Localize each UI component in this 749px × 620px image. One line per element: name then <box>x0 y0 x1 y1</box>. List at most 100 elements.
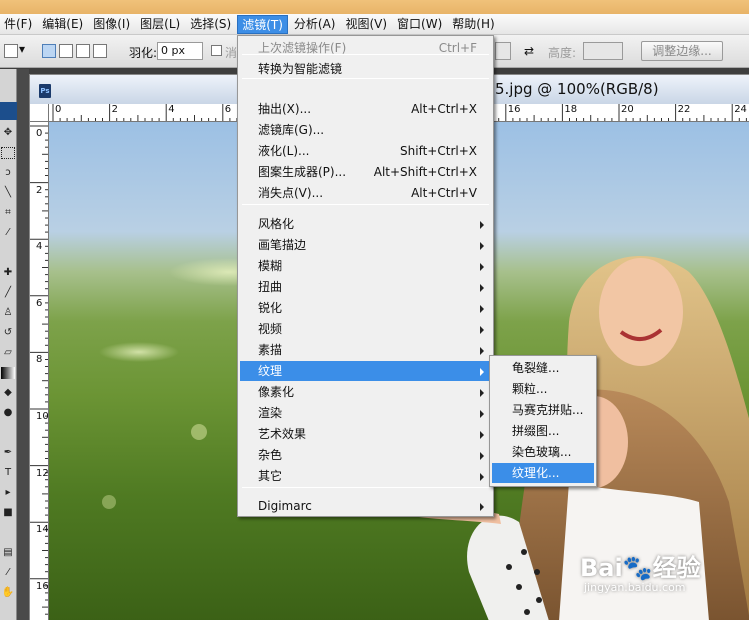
notes-tool-icon[interactable]: ▤ <box>1 547 15 559</box>
texture-submenu-item[interactable]: 颗粒... <box>492 379 594 399</box>
type-tool-icon[interactable]: T <box>1 467 15 479</box>
menubar-item[interactable]: 窗口(W) <box>393 15 446 34</box>
antialias-checkbox[interactable] <box>211 45 222 56</box>
filter-menu-item[interactable]: 图案生成器(P)... Alt+Shift+Ctrl+X <box>240 162 491 182</box>
height-input[interactable] <box>583 42 623 60</box>
crop-tool-icon[interactable]: ⌗ <box>1 207 15 219</box>
submenu-arrow-icon <box>480 305 484 313</box>
texture-submenu-item-label: 染色玻璃... <box>512 445 572 459</box>
filter-menu-item-label: 渲染 <box>258 406 283 420</box>
eraser-tool-icon[interactable]: ▱ <box>1 347 15 359</box>
filter-menu-item-label: 画笔描边 <box>258 238 307 252</box>
filter-menu-item[interactable]: 素描 <box>240 340 491 360</box>
menubar-item[interactable]: 分析(A) <box>290 15 340 34</box>
paw-icon: 🐾 <box>622 554 653 582</box>
feather-label: 羽化: <box>129 46 158 60</box>
brush-tool-icon[interactable]: ╱ <box>1 287 15 299</box>
filter-menu-item[interactable]: 视频 <box>240 319 491 339</box>
subtract-selection-icon[interactable] <box>76 44 90 58</box>
texture-submenu-item-label: 颗粒... <box>512 382 548 396</box>
ruler-origin[interactable] <box>30 104 49 122</box>
filter-menu-shortcut: Alt+Ctrl+V <box>411 186 477 200</box>
submenu-arrow-icon <box>480 284 484 292</box>
intersect-selection-icon[interactable] <box>93 44 107 58</box>
new-selection-icon[interactable] <box>42 44 56 58</box>
texture-submenu-item[interactable]: 马赛克拼贴... <box>492 400 594 420</box>
menubar-item[interactable]: 图像(I) <box>89 15 134 34</box>
texture-submenu-item[interactable]: 拼缀图... <box>492 421 594 441</box>
ruler-number: 0 <box>36 128 43 139</box>
menubar-item[interactable]: 视图(V) <box>341 15 391 34</box>
photoshop-file-icon: Ps <box>39 84 51 98</box>
filter-menu-item[interactable]: 液化(L)... Shift+Ctrl+X <box>240 141 491 161</box>
width-input[interactable] <box>495 42 511 60</box>
menubar-item[interactable]: 选择(S) <box>186 15 235 34</box>
ruler-number: 20 <box>621 104 634 115</box>
filter-menu-item[interactable]: 其它 <box>240 466 491 486</box>
menubar-item[interactable]: 图层(L) <box>136 15 184 34</box>
filter-menu-item[interactable]: 消失点(V)... Alt+Ctrl+V <box>240 183 491 203</box>
filter-menu-shortcut: Shift+Ctrl+X <box>400 144 477 158</box>
filter-menu-item[interactable]: Digimarc <box>240 496 491 516</box>
texture-submenu-item[interactable]: 染色玻璃... <box>492 442 594 462</box>
healing-brush-tool-icon[interactable]: ✚ <box>1 267 15 279</box>
menubar-item[interactable]: 滤镜(T) <box>237 14 288 34</box>
shape-tool-icon[interactable]: ■ <box>1 507 15 519</box>
marquee-tool-preset-icon[interactable] <box>4 44 18 58</box>
move-tool-icon[interactable]: ✥ <box>1 127 15 139</box>
filter-menu-item[interactable]: 扭曲 <box>240 277 491 297</box>
feather-input[interactable]: 0 px <box>157 42 203 60</box>
gradient-tool-icon[interactable] <box>1 367 15 379</box>
vertical-ruler[interactable]: 024681012141618 <box>30 122 49 620</box>
filter-menu-item[interactable]: 抽出(X)... Alt+Ctrl+X <box>240 99 491 119</box>
menubar-item[interactable]: 帮助(H) <box>448 15 498 34</box>
filter-menu-item[interactable]: 艺术效果 <box>240 424 491 444</box>
filter-menu-item-label: 模糊 <box>258 259 283 273</box>
ruler-number: 16 <box>36 580 49 592</box>
panel-gutter <box>17 69 29 620</box>
menubar-item[interactable]: 件(F) <box>0 15 36 34</box>
filter-menu-item[interactable]: 风格化 <box>240 214 491 234</box>
filter-menu: 上次滤镜操作(F) Ctrl+F 转换为智能滤镜抽出(X)... Alt+Ctrl+X… <box>237 35 494 517</box>
ruler-number: 22 <box>677 104 691 115</box>
dodge-tool-icon[interactable]: ● <box>1 407 15 419</box>
filter-menu-item-label: 转换为智能滤镜 <box>258 62 343 76</box>
submenu-arrow-icon <box>480 368 484 376</box>
menubar-item[interactable]: 编辑(E) <box>38 15 87 34</box>
filter-menu-item-label: 风格化 <box>258 217 295 231</box>
slice-tool-icon[interactable]: ⁄ <box>1 227 15 239</box>
lasso-tool-icon[interactable]: ↄ <box>1 167 15 179</box>
ruler-number: 4 <box>36 241 43 253</box>
filter-menu-item-label: 艺术效果 <box>258 427 307 441</box>
add-selection-icon[interactable] <box>59 44 73 58</box>
filter-menu-item[interactable]: 锐化 <box>240 298 491 318</box>
hand-tool-icon[interactable]: ✋ <box>1 587 15 599</box>
filter-menu-item[interactable]: 滤镜库(G)... <box>240 120 491 140</box>
stamp-tool-icon[interactable]: ♙ <box>1 307 15 319</box>
pen-tool-icon[interactable]: ✒ <box>1 447 15 459</box>
refine-edge-button[interactable]: 调整边缘... <box>641 41 723 61</box>
submenu-arrow-icon <box>480 221 484 229</box>
filter-menu-item[interactable]: 杂色 <box>240 445 491 465</box>
filter-menu-item[interactable]: 像素化 <box>240 382 491 402</box>
filter-menu-item[interactable]: 纹理 <box>240 361 491 381</box>
blur-tool-icon[interactable]: ◆ <box>1 387 15 399</box>
path-selection-tool-icon[interactable]: ▸ <box>1 487 15 499</box>
menu-bar: 件(F) 编辑(E) 图像(I) 图层(L) 选择(S) 滤镜(T) 分析(A) 视图(V) 窗… <box>0 14 749 35</box>
marquee-tool-icon[interactable] <box>1 147 15 159</box>
filter-menu-item[interactable]: 转换为智能滤镜 <box>240 59 491 79</box>
preset-dropdown-icon[interactable]: ▾ <box>19 42 25 56</box>
magic-wand-tool-icon[interactable]: ╲ <box>1 187 15 199</box>
history-brush-tool-icon[interactable]: ↺ <box>1 327 15 339</box>
swap-icon[interactable]: ⇄ <box>524 44 534 58</box>
title-bar-strip <box>0 0 749 14</box>
texture-submenu-item-label: 拼缀图... <box>512 424 560 438</box>
filter-menu-item[interactable]: 上次滤镜操作(F) Ctrl+F <box>240 38 491 58</box>
texture-submenu-item[interactable]: 纹理化... <box>492 463 594 483</box>
eyedropper-tool-icon[interactable]: ⁄ <box>1 567 15 579</box>
texture-submenu-item[interactable]: 龟裂缝... <box>492 358 594 378</box>
filter-menu-item[interactable]: 画笔描边 <box>240 235 491 255</box>
filter-menu-item[interactable]: 渲染 <box>240 403 491 423</box>
filter-menu-item[interactable]: 模糊 <box>240 256 491 276</box>
filter-menu-shortcut: Alt+Ctrl+X <box>411 102 477 116</box>
